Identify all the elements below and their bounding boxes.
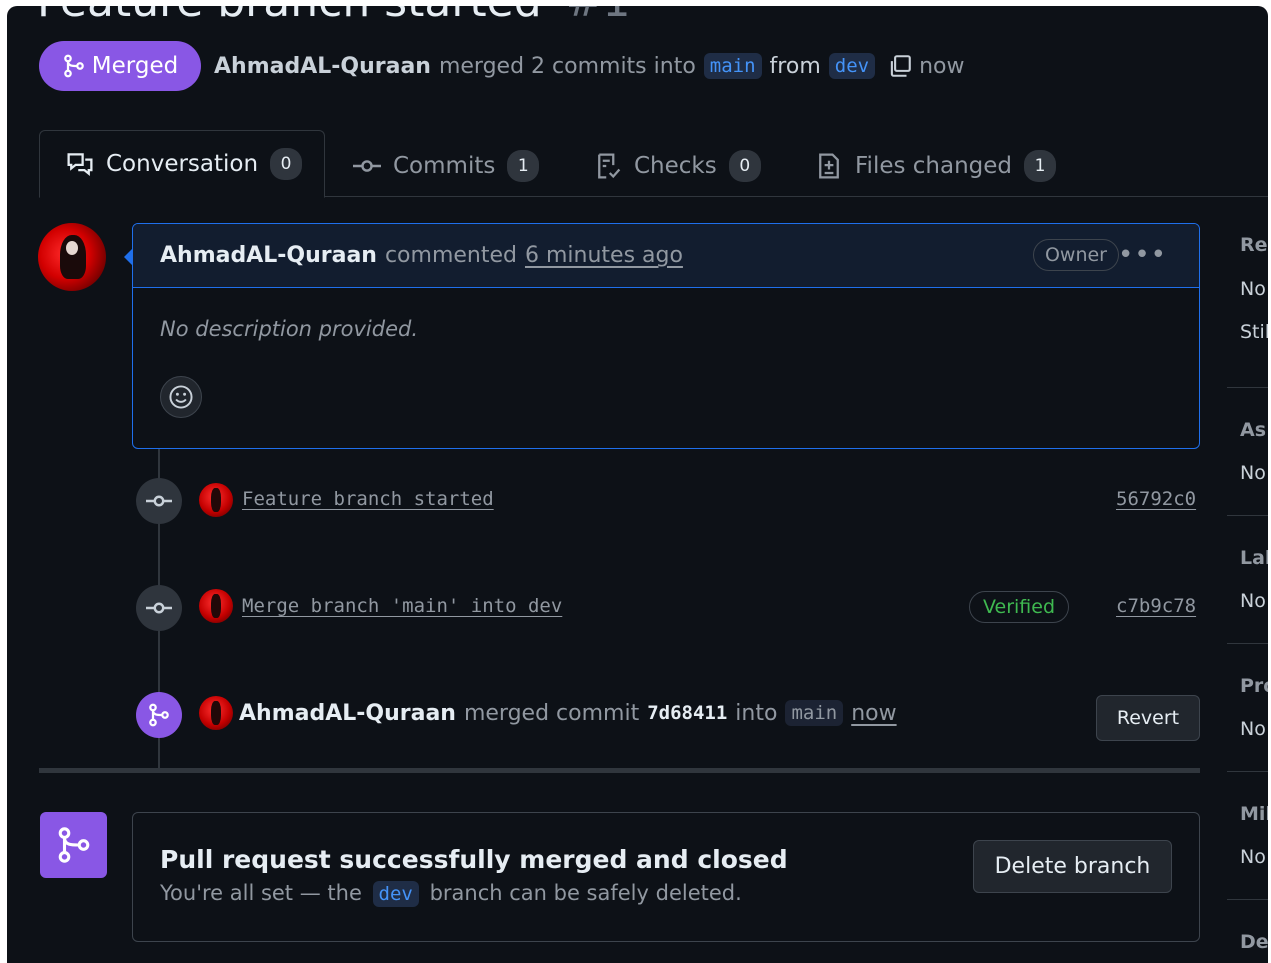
merge-avatar[interactable] xyxy=(199,696,233,730)
commit-avatar[interactable] xyxy=(199,483,233,517)
tab-checks-count: 0 xyxy=(728,150,761,182)
verified-label: Verified xyxy=(983,596,1056,618)
tab-checks-label: Checks xyxy=(634,153,717,179)
sidebar-development-heading[interactable]: De xyxy=(1240,931,1268,953)
comment-author[interactable]: AhmadAL-Quraan xyxy=(160,243,377,268)
merged-state-badge: Merged xyxy=(39,41,201,91)
avatar[interactable] xyxy=(38,223,106,291)
commit-icon xyxy=(353,160,381,172)
merge-event-text: AhmadAL-Quraan merged commit 7d68411 int… xyxy=(239,696,897,730)
merge-summary: AhmadAL-Quraan merged 2 commits into mai… xyxy=(214,48,964,84)
pr-title: Feature branch started #1 xyxy=(37,6,631,27)
sidebar-reviewers-extra: Stil xyxy=(1240,321,1268,343)
revert-button[interactable]: Revert xyxy=(1096,695,1200,741)
conversation-icon xyxy=(67,153,93,176)
merge-event-base-branch[interactable]: main xyxy=(785,700,844,726)
tab-commits-count: 1 xyxy=(507,150,540,182)
sidebar-separator xyxy=(1227,515,1268,516)
sidebar-reviewers-value: No xyxy=(1240,278,1266,300)
verified-badge[interactable]: Verified xyxy=(969,591,1070,623)
owner-badge: Owner xyxy=(1032,239,1119,271)
timeline-divider xyxy=(39,768,1200,773)
merged-badge-label: Merged xyxy=(91,53,179,79)
tab-files-label: Files changed xyxy=(855,153,1013,179)
merge-event-author[interactable]: AhmadAL-Quraan xyxy=(239,701,456,726)
tab-files-count: 1 xyxy=(1024,150,1057,182)
summary-text: merged 2 commits into xyxy=(438,53,696,79)
sidebar-labels-heading[interactable]: Lal xyxy=(1240,547,1268,569)
merged-box: Pull request successfully merged and clo… xyxy=(132,812,1200,942)
sidebar-labels-value: No xyxy=(1240,590,1266,612)
summary-base-branch[interactable]: main xyxy=(703,53,762,79)
merge-icon xyxy=(63,54,84,78)
merged-event-icon xyxy=(136,692,182,738)
sidebar-separator xyxy=(1227,643,1268,644)
reaction-icon[interactable] xyxy=(160,376,202,418)
tab-commits[interactable]: Commits 1 xyxy=(353,133,540,199)
tab-conversation-label: Conversation xyxy=(106,151,259,177)
delete-branch-button[interactable]: Delete branch xyxy=(973,840,1172,893)
merge-event-into: into xyxy=(735,700,778,726)
summary-time: now xyxy=(919,53,965,79)
merged-status-icon xyxy=(40,812,107,878)
commit-node-icon xyxy=(136,478,182,524)
merged-box-desc-suffix: branch can be safely deleted. xyxy=(429,881,742,905)
pr-title-text: Feature branch started xyxy=(37,6,542,27)
tab-files-changed[interactable]: Files changed 1 xyxy=(815,133,1057,199)
copy-icon[interactable] xyxy=(887,53,913,79)
commit-message[interactable]: Merge branch 'main' into dev xyxy=(242,595,562,617)
summary-from: from xyxy=(769,53,821,79)
sidebar-projects-heading[interactable]: Pro xyxy=(1240,675,1268,697)
comment-box: AhmadAL-Quraan commented 6 minutes ago O… xyxy=(132,223,1200,449)
sidebar-assignees-value: No xyxy=(1240,462,1266,484)
merge-event-verb: merged commit xyxy=(463,700,640,726)
tab-commits-label: Commits xyxy=(393,153,496,179)
pr-number: #1 xyxy=(566,6,631,27)
sidebar-separator xyxy=(1227,771,1268,772)
merged-box-title: Pull request successfully merged and clo… xyxy=(160,845,788,874)
merged-box-branch[interactable]: dev xyxy=(372,881,419,907)
comment-verb: commented xyxy=(384,243,517,268)
merged-box-desc: You're all set — the dev branch can be s… xyxy=(160,881,742,907)
comment-pointer xyxy=(124,248,133,266)
sidebar-milestone-heading[interactable]: Mil xyxy=(1240,803,1268,825)
merge-event-time[interactable]: now xyxy=(851,701,896,726)
comment-body: No description provided. xyxy=(160,317,418,341)
sidebar-assignees-heading[interactable]: As xyxy=(1240,419,1268,441)
sidebar-reviewers-heading[interactable]: Re xyxy=(1240,234,1268,256)
sidebar-separator xyxy=(1227,387,1268,388)
comment-time[interactable]: 6 minutes ago xyxy=(525,243,683,268)
revert-label: Revert xyxy=(1116,707,1180,729)
tab-conversation-count: 0 xyxy=(270,148,303,180)
merge-event-sha[interactable]: 7d68411 xyxy=(647,702,727,724)
tab-checks[interactable]: Checks 0 xyxy=(594,133,761,199)
file-diff-icon xyxy=(819,153,839,179)
sidebar-milestone-value: No xyxy=(1240,846,1266,868)
commit-sha[interactable]: c7b9c78 xyxy=(1116,595,1196,617)
commit-sha[interactable]: 56792c0 xyxy=(1116,488,1196,510)
merged-box-desc-prefix: You're all set — the xyxy=(160,881,362,905)
sidebar-projects-value: No xyxy=(1240,718,1266,740)
checklist-icon xyxy=(598,153,621,179)
commit-avatar[interactable] xyxy=(199,589,233,623)
sidebar-separator xyxy=(1227,899,1268,900)
commit-node-icon xyxy=(136,585,182,631)
pr-page: Feature branch started #1 Merged AhmadAL… xyxy=(7,6,1268,963)
summary-author[interactable]: AhmadAL-Quraan xyxy=(214,54,431,79)
summary-head-branch[interactable]: dev xyxy=(828,53,876,79)
delete-branch-label: Delete branch xyxy=(994,854,1151,879)
kebab-menu-icon[interactable]: ••• xyxy=(1118,240,1167,270)
tab-conversation[interactable]: Conversation 0 xyxy=(39,130,325,198)
owner-badge-label: Owner xyxy=(1044,244,1107,266)
commit-message[interactable]: Feature branch started xyxy=(242,488,494,510)
